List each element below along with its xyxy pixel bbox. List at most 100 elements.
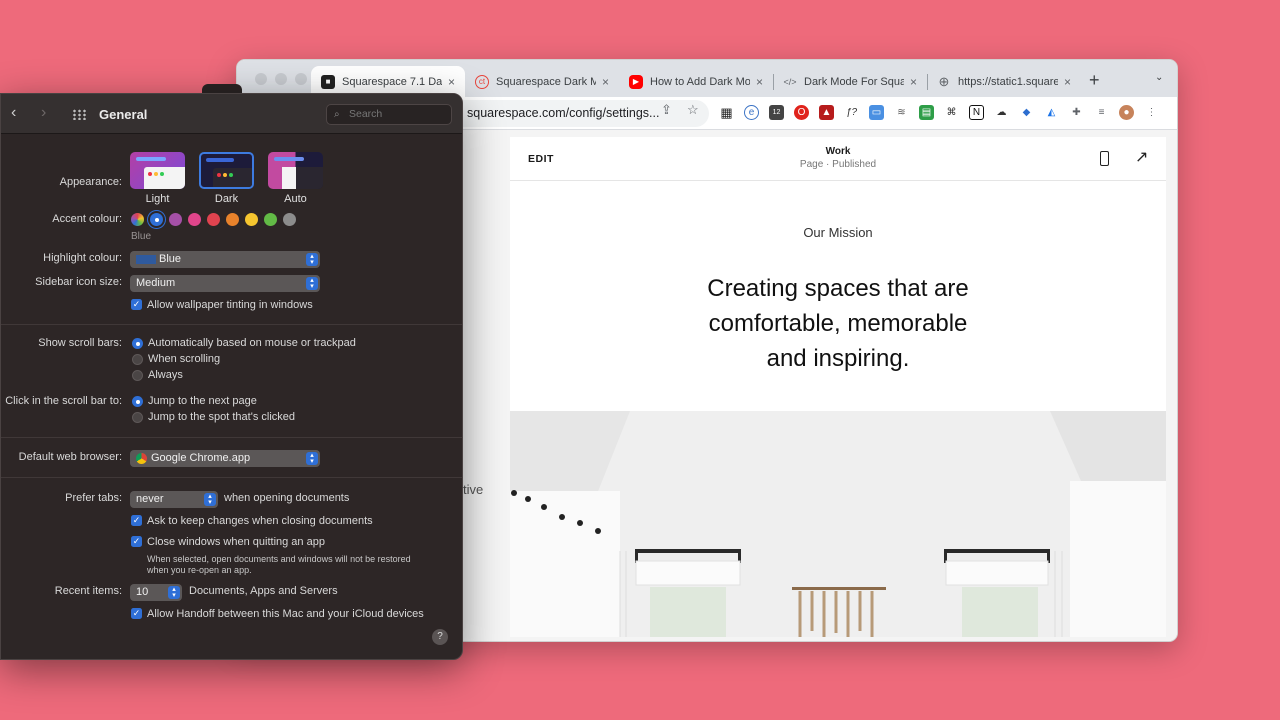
search-placeholder: Search (349, 108, 383, 120)
open-external-arrow-icon[interactable]: ↗ (1135, 147, 1148, 167)
hero-image (510, 411, 1166, 637)
click-scroll-label: Click in the scroll bar to: (5, 395, 122, 407)
accent-pink-swatch[interactable] (188, 213, 201, 226)
zoom-window-button[interactable] (295, 73, 307, 85)
squarespace-cube-icon: ■ (321, 74, 335, 89)
accent-orange-swatch[interactable] (226, 213, 239, 226)
handoff-label: Allow Handoff between this Mac and your … (147, 608, 424, 620)
prefer-tabs-value: never (136, 493, 164, 505)
new-tab-button[interactable]: + (1089, 70, 1100, 91)
popup-stepper-icon: ▴ ▾ (168, 586, 180, 599)
url-text[interactable]: squarespace.com/config/settings... (467, 106, 659, 120)
lock-extension-icon[interactable]: 12 (769, 105, 784, 120)
cloud-icon[interactable]: ☁ (994, 105, 1009, 120)
tab-title: Dark Mode For Square (804, 75, 904, 88)
scroll-always-radio[interactable] (132, 370, 143, 381)
appearance-light-thumb[interactable] (130, 152, 185, 189)
accent-purple-swatch[interactable] (169, 213, 182, 226)
jump-to-spot-radio[interactable] (132, 412, 143, 423)
popup-stepper-icon: ▴ ▾ (306, 452, 318, 465)
show-all-grid-icon[interactable] (72, 109, 86, 120)
tab-youtube-video[interactable]: ▶ How to Add Dark Mode × (619, 66, 773, 97)
reader-icon[interactable]: ≋ (894, 105, 909, 120)
scroll-always-label: Always (148, 369, 183, 381)
jump-next-page-radio[interactable] (132, 396, 143, 407)
wallpaper-tinting-checkbox[interactable]: ✓ (131, 299, 142, 310)
bookmark-star-icon[interactable]: ☆ (687, 102, 699, 118)
share-icon[interactable]: ⇪ (661, 102, 672, 118)
window-extension-icon[interactable]: ▭ (869, 105, 884, 120)
more-menu-icon[interactable]: ⋮ (1144, 105, 1159, 120)
scroll-auto-label: Automatically based on mouse or trackpad (148, 337, 356, 349)
squarespace-preview: EDIT Work Page · Published ↗ Our Mission… (510, 137, 1166, 637)
globe-icon: ⊕ (938, 73, 950, 89)
recent-items-popup[interactable]: 10 ▴ ▾ (130, 584, 182, 601)
apps-grid-icon[interactable]: ▦ (719, 105, 734, 120)
tab-close-icon[interactable]: × (910, 75, 917, 89)
profile-avatar[interactable]: ● (1119, 105, 1134, 120)
dis-extension-icon[interactable]: ▤ (919, 105, 934, 120)
accent-red-swatch[interactable] (207, 213, 220, 226)
opera-icon[interactable]: O (794, 105, 809, 120)
appearance-dark-thumb[interactable] (199, 152, 254, 189)
tab-close-icon[interactable]: × (756, 75, 763, 89)
puzzle-extensions-icon[interactable]: ✚ (1069, 105, 1084, 120)
tag-icon[interactable]: ◆ (1019, 105, 1034, 120)
highlight-colour-label: Highlight colour: (43, 252, 122, 264)
scroll-auto-radio[interactable] (132, 338, 143, 349)
background-text: tive (463, 482, 484, 497)
default-browser-popup[interactable]: Google Chrome.app ▴ ▾ (130, 450, 320, 467)
extension-icon[interactable]: e (744, 105, 759, 120)
accent-yellow-swatch[interactable] (245, 213, 258, 226)
prefer-tabs-popup[interactable]: never ▴ ▾ (130, 491, 218, 508)
accent-colour-label: Accent colour: (52, 213, 122, 225)
close-window-button[interactable] (255, 73, 267, 85)
tab-dark-mode-code[interactable]: </> Dark Mode For Square × (773, 66, 927, 97)
command-icon[interactable]: ⌘ (944, 105, 959, 120)
forward-chevron-icon[interactable]: › (41, 104, 46, 122)
help-button[interactable]: ? (432, 629, 448, 645)
accent-blue-swatch[interactable] (150, 213, 163, 226)
function-icon[interactable]: ƒ? (844, 105, 859, 120)
appearance-auto-thumb[interactable] (268, 152, 323, 189)
mobile-preview-icon[interactable] (1100, 151, 1109, 166)
sidebar-icon-size-label: Sidebar icon size: (35, 276, 122, 288)
minimize-window-button[interactable] (275, 73, 287, 85)
arc-icon[interactable]: ◭ (1044, 105, 1059, 120)
tab-static-url[interactable]: ⊕ https://static1.squares × (927, 66, 1081, 97)
headline: Creating spaces that are comfortable, me… (510, 271, 1166, 376)
section-heading: Our Mission (803, 225, 873, 240)
appearance-auto-label: Auto (284, 193, 307, 205)
appearance-dark-label: Dark (214, 193, 239, 205)
headline-line: comfortable, memorable (708, 310, 968, 337)
media-queue-icon[interactable]: ≡ (1094, 105, 1109, 120)
prefs-toolbar: ‹ › General ⌕ Search (1, 94, 462, 134)
handoff-checkbox[interactable]: ✓ (131, 608, 142, 619)
scroll-bars-label: Show scroll bars: (38, 337, 122, 349)
tab-squarespace-dark-mode[interactable]: ct Squarespace Dark Mo × (465, 66, 619, 97)
ask-keep-changes-checkbox[interactable]: ✓ (131, 515, 142, 526)
search-input[interactable]: ⌕ Search (326, 104, 452, 125)
sidebar-icon-size-value: Medium (136, 277, 176, 289)
accent-green-swatch[interactable] (264, 213, 277, 226)
accent-graphite-swatch[interactable] (283, 213, 296, 226)
popup-stepper-icon: ▴ ▾ (306, 253, 318, 266)
pdf-extension-icon[interactable]: ▲ (819, 105, 834, 120)
accent-multicolor-swatch[interactable] (131, 213, 144, 226)
tab-search-chevron-icon[interactable]: ⌄ (1155, 72, 1163, 83)
highlight-colour-popup[interactable]: Blue ▴ ▾ (130, 251, 320, 268)
window-controls (255, 73, 307, 85)
tab-close-icon[interactable]: × (448, 75, 455, 89)
scroll-when-scrolling-radio[interactable] (132, 354, 143, 365)
sidebar-icon-size-popup[interactable]: Medium ▴ ▾ (130, 275, 320, 292)
close-windows-note: when you re-open an app. (147, 565, 252, 575)
extension-badge: 12 (772, 109, 781, 116)
notion-icon[interactable]: N (969, 105, 984, 120)
tab-close-icon[interactable]: × (602, 75, 609, 89)
back-chevron-icon[interactable]: ‹ (11, 104, 16, 122)
close-windows-checkbox[interactable]: ✓ (131, 536, 142, 547)
appearance-light-label: Light (145, 193, 170, 205)
prefer-tabs-suffix: when opening documents (224, 492, 350, 504)
tab-close-icon[interactable]: × (1064, 75, 1071, 89)
recent-items-value: 10 (136, 586, 149, 598)
